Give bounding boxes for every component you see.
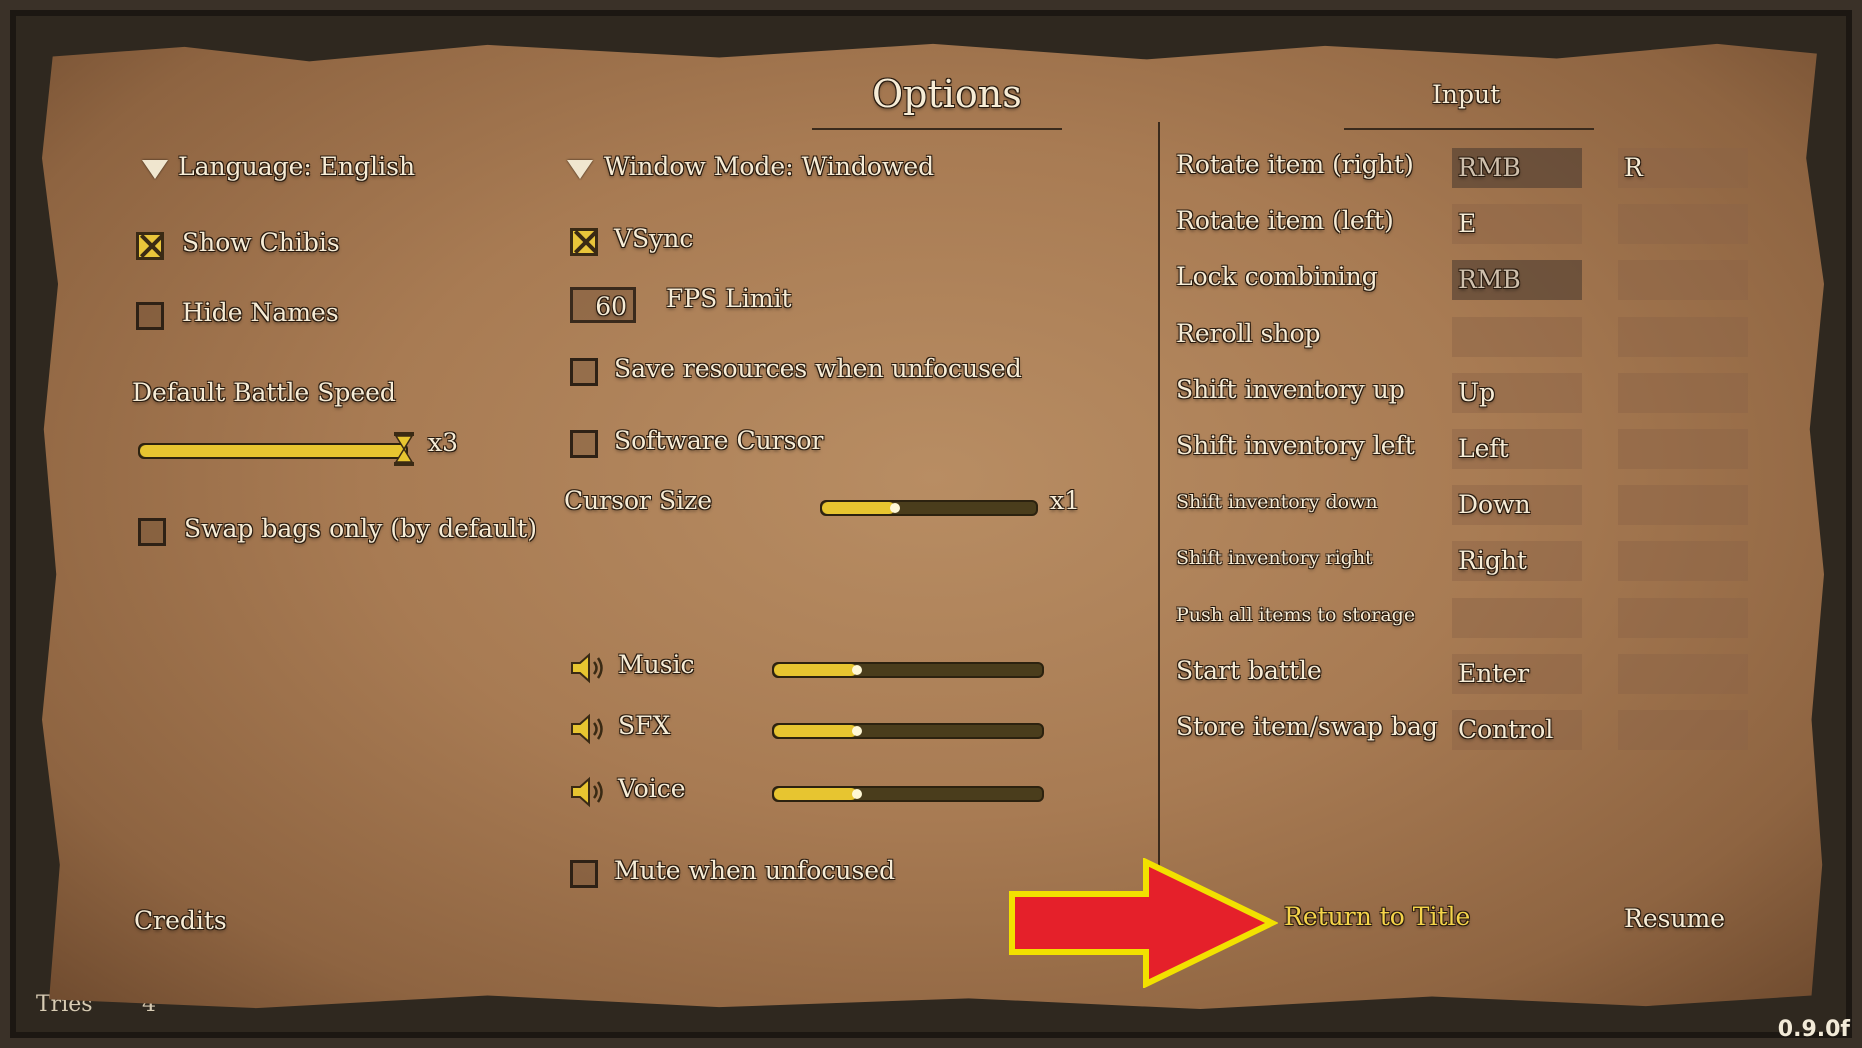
- binding-primary-key[interactable]: RMB: [1452, 260, 1582, 300]
- binding-primary-key[interactable]: [1452, 317, 1582, 357]
- fps-limit-label: FPS Limit: [666, 284, 792, 313]
- vsync-label: VSync: [614, 224, 694, 253]
- red-arrow-annotation: [1009, 858, 1278, 988]
- binding-primary-key[interactable]: Control: [1452, 710, 1582, 750]
- binding-secondary-key[interactable]: [1618, 429, 1748, 469]
- binding-key-value: RMB: [1458, 265, 1521, 294]
- binding-key-value: Up: [1458, 378, 1496, 407]
- binding-key-value: Left: [1458, 434, 1509, 463]
- binding-action-label: Lock combining: [1176, 262, 1378, 291]
- binding-primary-key[interactable]: RMB: [1452, 148, 1582, 188]
- dropdown-arrow-icon: [567, 160, 593, 179]
- hide-names-checkbox[interactable]: [136, 302, 164, 330]
- dropdown-arrow-icon: [142, 160, 168, 179]
- sfx-volume-knob[interactable]: [852, 726, 862, 736]
- binding-action-label: Push all items to storage: [1176, 604, 1416, 626]
- input-heading: Input: [1432, 80, 1501, 109]
- battle-speed-value: x3: [428, 428, 459, 457]
- voice-volume-slider[interactable]: [772, 786, 1044, 802]
- binding-secondary-key[interactable]: [1618, 317, 1748, 357]
- voice-volume-fill: [774, 788, 857, 800]
- options-title: Options: [872, 72, 1022, 116]
- music-label: Music: [618, 650, 695, 679]
- cursor-size-slider[interactable]: [820, 500, 1038, 516]
- binding-key-value: E: [1458, 209, 1477, 238]
- binding-secondary-key[interactable]: [1618, 485, 1748, 525]
- battle-speed-fill: [140, 445, 406, 457]
- save-resources-checkbox[interactable]: [570, 358, 598, 386]
- mute-unfocused-checkbox[interactable]: [570, 860, 598, 888]
- cursor-size-knob[interactable]: [890, 503, 900, 513]
- binding-secondary-key[interactable]: [1618, 541, 1748, 581]
- music-volume-slider[interactable]: [772, 662, 1044, 678]
- binding-action-label: Reroll shop: [1176, 319, 1321, 348]
- swap-bags-checkbox[interactable]: [138, 518, 166, 546]
- binding-secondary-key[interactable]: [1618, 204, 1748, 244]
- binding-action-label: Rotate item (right): [1176, 150, 1414, 179]
- resume-button[interactable]: Resume: [1624, 904, 1725, 933]
- speaker-icon: [571, 652, 603, 684]
- cursor-size-value: x1: [1050, 486, 1081, 515]
- binding-key-value: RMB: [1458, 153, 1521, 182]
- binding-primary-key[interactable]: Down: [1452, 485, 1582, 525]
- window-mode-label: Window Mode: Windowed: [604, 152, 935, 181]
- binding-secondary-key[interactable]: [1618, 260, 1748, 300]
- software-cursor-label: Software Cursor: [614, 426, 824, 455]
- sfx-label: SFX: [618, 711, 671, 740]
- hourglass-handle-icon[interactable]: [394, 432, 414, 466]
- voice-volume-knob[interactable]: [852, 789, 862, 799]
- vsync-checkbox[interactable]: [570, 228, 598, 256]
- binding-key-value: R: [1624, 153, 1643, 182]
- swap-bags-label: Swap bags only (by default): [184, 514, 537, 543]
- save-resources-label: Save resources when unfocused: [614, 354, 1022, 383]
- binding-primary-key[interactable]: [1452, 598, 1582, 638]
- binding-key-value: Right: [1458, 546, 1527, 575]
- fps-limit-value: 60: [595, 292, 627, 321]
- mute-unfocused-label: Mute when unfocused: [614, 856, 896, 885]
- column-divider: [1158, 122, 1160, 874]
- binding-key-value: Enter: [1458, 659, 1530, 688]
- version-label: 0.9.0f: [1777, 1017, 1850, 1042]
- language-label: Language: English: [178, 152, 416, 181]
- cursor-size-label: Cursor Size: [564, 486, 713, 515]
- binding-primary-key[interactable]: Enter: [1452, 654, 1582, 694]
- speaker-icon: [571, 713, 603, 745]
- title-underline: [812, 128, 1062, 130]
- show-chibis-label: Show Chibis: [182, 228, 340, 257]
- binding-action-label: Shift inventory right: [1176, 547, 1373, 569]
- binding-action-label: Start battle: [1176, 656, 1322, 685]
- binding-primary-key[interactable]: Right: [1452, 541, 1582, 581]
- speaker-icon: [571, 776, 603, 808]
- credits-button[interactable]: Credits: [134, 906, 227, 935]
- music-volume-fill: [774, 664, 857, 676]
- show-chibis-checkbox[interactable]: [136, 232, 164, 260]
- binding-key-value: Down: [1458, 490, 1531, 519]
- binding-key-value: Control: [1458, 715, 1554, 744]
- binding-primary-key[interactable]: Up: [1452, 373, 1582, 413]
- binding-primary-key[interactable]: E: [1452, 204, 1582, 244]
- cursor-size-fill: [822, 502, 895, 514]
- sfx-volume-slider[interactable]: [772, 723, 1044, 739]
- binding-action-label: Shift inventory left: [1176, 431, 1415, 460]
- binding-action-label: Shift inventory down: [1176, 491, 1378, 513]
- software-cursor-checkbox[interactable]: [570, 430, 598, 458]
- battle-speed-slider[interactable]: [138, 443, 408, 459]
- hide-names-label: Hide Names: [182, 298, 339, 327]
- battle-speed-label: Default Battle Speed: [132, 378, 396, 407]
- binding-action-label: Store item/swap bag: [1176, 712, 1438, 741]
- input-underline: [1344, 128, 1594, 130]
- sfx-volume-fill: [774, 725, 857, 737]
- binding-secondary-key[interactable]: [1618, 654, 1748, 694]
- return-to-title-button[interactable]: Return to Title: [1284, 902, 1470, 931]
- binding-primary-key[interactable]: Left: [1452, 429, 1582, 469]
- binding-secondary-key[interactable]: R: [1618, 148, 1748, 188]
- binding-action-label: Shift inventory up: [1176, 375, 1405, 404]
- music-volume-knob[interactable]: [852, 665, 862, 675]
- binding-secondary-key[interactable]: [1618, 710, 1748, 750]
- binding-secondary-key[interactable]: [1618, 598, 1748, 638]
- binding-action-label: Rotate item (left): [1176, 206, 1394, 235]
- binding-secondary-key[interactable]: [1618, 373, 1748, 413]
- voice-label: Voice: [618, 774, 686, 803]
- fps-limit-input[interactable]: 60: [570, 287, 636, 323]
